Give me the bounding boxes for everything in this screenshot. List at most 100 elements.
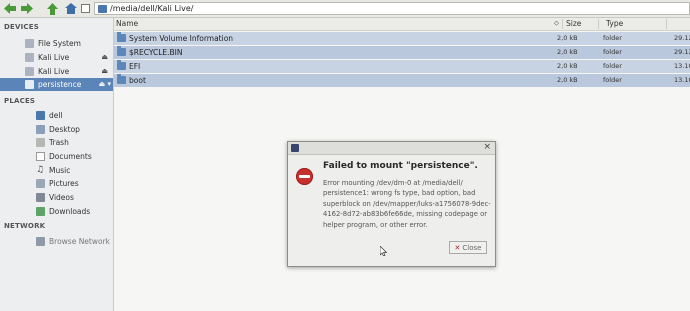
arrow-left-icon — [4, 3, 16, 14]
sidebar-item-file-system[interactable]: File System — [0, 37, 113, 50]
column-size[interactable]: Size — [566, 19, 581, 28]
sidebar-item-trash[interactable]: Trash — [0, 136, 113, 149]
drive-icon — [25, 80, 34, 89]
column-type[interactable]: Type — [606, 19, 623, 28]
sidebar-item-home[interactable]: dell — [0, 109, 113, 122]
table-row[interactable]: boot 2,0 kB folder 13.10 — [114, 74, 690, 87]
file-manager-window: /media/dell/Kali Live/ DEVICES File Syst… — [0, 0, 690, 311]
file-size: 2,0 kB — [557, 48, 578, 56]
video-icon — [36, 193, 45, 202]
drive-icon — [25, 39, 34, 48]
table-row[interactable]: $RECYCLE.BIN 2,0 kB folder 29.12 — [114, 46, 690, 59]
sidebar-item-label: Desktop — [49, 125, 80, 134]
file-name: $RECYCLE.BIN — [129, 48, 183, 57]
download-icon — [36, 207, 45, 216]
dialog-titlebar[interactable]: × — [288, 142, 495, 155]
dialog-heading: Failed to mount "persistence". — [323, 161, 478, 171]
folder-icon — [117, 60, 126, 70]
home-folder-icon — [36, 111, 45, 120]
trash-icon — [36, 138, 45, 147]
file-name: boot — [129, 76, 146, 85]
close-button[interactable]: ✕ Close — [449, 241, 487, 254]
eject-icon[interactable]: ⏏ — [101, 67, 108, 75]
folder-icon — [117, 46, 126, 56]
toolbar: /media/dell/Kali Live/ — [0, 0, 690, 18]
app-icon — [291, 144, 299, 152]
close-button-label: Close — [462, 243, 482, 252]
network-heading: NETWORK — [4, 222, 46, 230]
table-row[interactable]: System Volume Information 2,0 kB folder … — [114, 32, 690, 45]
mount-error-dialog: × Failed to mount "persistence". Error m… — [287, 141, 496, 267]
drive-icon — [25, 53, 34, 62]
sidebar-item-label: File System — [38, 39, 81, 48]
sidebar-item-label: Videos — [49, 193, 74, 202]
sidebar-item-label: Downloads — [49, 207, 91, 216]
sidebar-item-label: persistence — [38, 80, 82, 89]
sidebar-item-desktop[interactable]: Desktop — [0, 123, 113, 136]
forward-button[interactable] — [20, 2, 34, 15]
devices-heading: DEVICES — [4, 23, 39, 31]
file-date: 13.10 — [674, 62, 690, 70]
arrow-up-icon — [46, 2, 58, 15]
sidebar-item-browse-network[interactable]: Browse Network — [0, 235, 113, 248]
dialog-message: Error mounting /dev/dm-0 at /media/dell/… — [323, 179, 491, 229]
folder-icon — [98, 4, 107, 13]
sidebar-item-videos[interactable]: Videos — [0, 191, 113, 204]
sidebar-item-label: Trash — [49, 138, 69, 147]
eject-icon[interactable]: ⏏ ▾ — [99, 80, 111, 88]
column-name[interactable]: Name — [116, 19, 138, 28]
edit-path-icon — [80, 4, 90, 13]
folder-icon — [117, 74, 126, 84]
error-icon — [296, 168, 313, 185]
file-size: 2,0 kB — [557, 34, 578, 42]
home-button[interactable] — [64, 2, 78, 15]
sidebar-item-persistence[interactable]: persistence ⏏ ▾ — [0, 78, 113, 91]
toggle-path-button[interactable] — [80, 2, 90, 15]
folder-icon — [117, 32, 126, 42]
file-size: 2,0 kB — [557, 62, 578, 70]
sidebar-item-label: dell — [49, 111, 63, 120]
location-bar[interactable]: /media/dell/Kali Live/ — [94, 2, 690, 15]
sidebar-item-label: Documents — [49, 152, 92, 161]
column-header: Name ⬦ Size Type — [114, 18, 690, 31]
file-type: folder — [603, 34, 622, 42]
network-icon — [36, 237, 45, 246]
column-separator[interactable] — [598, 19, 599, 29]
sidebar-item-pictures[interactable]: Pictures — [0, 177, 113, 190]
sidebar-item-label: Kali Live — [38, 67, 70, 76]
close-icon[interactable]: × — [483, 142, 491, 152]
column-separator[interactable] — [666, 19, 667, 29]
eject-icon[interactable]: ⏏ — [101, 53, 108, 61]
file-size: 2,0 kB — [557, 76, 578, 84]
file-name: EFI — [129, 62, 141, 71]
close-icon: ✕ — [454, 243, 461, 252]
sidebar-item-label: Music — [49, 166, 71, 175]
mouse-cursor-icon — [380, 246, 387, 256]
column-separator[interactable] — [562, 19, 563, 29]
sidebar: DEVICES File System Kali Live ⏏ Kali Liv… — [0, 18, 114, 311]
sidebar-item-kali-live-2[interactable]: Kali Live ⏏ — [0, 65, 113, 78]
document-icon — [36, 152, 45, 161]
sidebar-item-label: Kali Live — [38, 53, 70, 62]
file-type: folder — [603, 62, 622, 70]
back-button[interactable] — [3, 2, 17, 15]
home-icon — [65, 3, 77, 14]
file-date: 13.10 — [674, 76, 690, 84]
file-name: System Volume Information — [129, 34, 234, 43]
file-type: folder — [603, 76, 622, 84]
sort-indicator-icon: ⬦ — [554, 19, 559, 27]
sidebar-item-downloads[interactable]: Downloads — [0, 205, 113, 218]
music-icon: ♫ — [36, 165, 45, 175]
desktop-icon — [36, 125, 45, 134]
sidebar-item-kali-live-1[interactable]: Kali Live ⏏ — [0, 51, 113, 64]
picture-icon — [36, 179, 45, 188]
file-date: 29.12 — [674, 48, 690, 56]
sidebar-item-music[interactable]: ♫ Music — [0, 164, 113, 177]
arrow-right-icon — [21, 3, 33, 14]
sidebar-item-label: Browse Network — [49, 237, 111, 246]
up-button[interactable] — [45, 2, 59, 15]
table-row[interactable]: EFI 2,0 kB folder 13.10 — [114, 60, 690, 73]
drive-icon — [25, 67, 34, 76]
sidebar-item-documents[interactable]: Documents — [0, 150, 113, 163]
file-date: 29.12 — [674, 34, 690, 42]
